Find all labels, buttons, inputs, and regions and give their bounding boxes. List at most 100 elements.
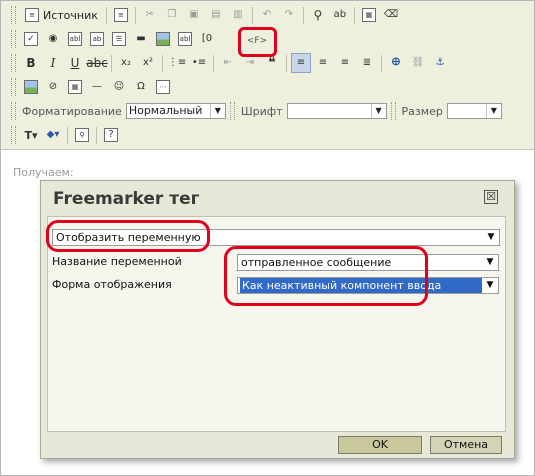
italic-button[interactable]: I (43, 53, 63, 73)
bg-color-button[interactable]: ◆▾ (43, 125, 63, 145)
text-color-button[interactable]: T▾ (21, 125, 41, 145)
align-left-button[interactable]: ≡ (291, 53, 311, 73)
indent-button[interactable]: ⇥ (240, 53, 260, 73)
remove-format-button[interactable]: ⌫ (381, 5, 401, 25)
newpage-icon: ≡ (113, 8, 128, 22)
undo-icon: ↶ (262, 9, 272, 20)
underline-button[interactable]: U (65, 53, 85, 73)
horizontal-rule-icon: — (92, 81, 102, 92)
toolbar-row-1: ≡ Источник ≡ ✂ ❐ ▣ ▤ ▥ ↶ ↷ ⚲ ab ▦ ⌫ (11, 4, 402, 26)
cut-button[interactable]: ✂ (140, 5, 160, 25)
toolbar-grip (229, 102, 235, 120)
superscript-button[interactable]: x² (138, 53, 158, 73)
horizontal-rule-button[interactable]: — (87, 77, 107, 97)
source-button[interactable]: ≡ Источник (21, 5, 102, 25)
flash-icon: ⊘ (48, 81, 58, 92)
flash-button[interactable]: ⊘ (43, 77, 63, 97)
field-icon: [0 (201, 33, 213, 44)
paste-word-icon: ▥ (233, 9, 243, 20)
align-center-button[interactable]: ≡ (313, 53, 333, 73)
content-text: Получаем: (13, 166, 74, 179)
size-combo[interactable]: ▼ (446, 103, 502, 119)
font-combo[interactable]: ▼ (286, 103, 387, 119)
chevron-down-icon: ▼ (209, 104, 225, 118)
strike-button[interactable]: abc (86, 53, 108, 73)
formatting-combo[interactable]: Нормальный ▼ (125, 103, 226, 119)
special-char-button[interactable]: Ω (131, 77, 151, 97)
radio-icon: ◉ (48, 33, 58, 44)
justify-button[interactable]: ≣ (357, 53, 377, 73)
text-field-button[interactable]: abl (65, 29, 85, 49)
chevron-down-icon: ▼ (485, 104, 501, 118)
cut-icon: ✂ (145, 9, 155, 20)
button-field-button[interactable]: ▬ (131, 29, 151, 49)
blockquote-button[interactable]: ❝ (262, 53, 282, 73)
unlink-icon: ⛓ (411, 57, 425, 68)
dialog-body: Отобразить переменную ▼ Название перемен… (46, 216, 506, 432)
image-button[interactable] (21, 77, 41, 97)
formatting-value: Нормальный (128, 104, 203, 117)
table-button[interactable]: ▦ (65, 77, 85, 97)
freemarker-button[interactable]: <F> (245, 32, 269, 50)
newpage-button[interactable]: ≡ (111, 5, 131, 25)
image-button-button[interactable] (153, 29, 173, 49)
link-button[interactable]: 🜨 (386, 53, 406, 73)
replace-button[interactable]: ab (330, 5, 350, 25)
undo-button[interactable]: ↶ (257, 5, 277, 25)
select-all-button[interactable]: ▦ (359, 5, 379, 25)
paste-text-button[interactable]: ▤ (206, 5, 226, 25)
paste-word-button[interactable]: ▥ (228, 5, 248, 25)
chevron-down-icon: ▼ (486, 257, 494, 267)
superscript-icon: x² (143, 57, 153, 68)
text-color-icon: T▾ (24, 128, 38, 142)
chevron-down-icon: ▼ (370, 104, 386, 118)
checkbox-icon: ✓ (24, 32, 38, 46)
smiley-button[interactable]: ☺ (109, 77, 129, 97)
find-button[interactable]: ⚲ (308, 5, 328, 25)
remove-format-icon: ⌫ (383, 9, 398, 20)
redo-button[interactable]: ↷ (279, 5, 299, 25)
bold-button[interactable]: B (21, 53, 41, 73)
blockquote-icon: ❝ (268, 55, 276, 71)
image-icon (24, 80, 38, 94)
type-select-highlight (46, 220, 210, 252)
toolbar-row-6: T▾ ◆▾ ⚲ ? (11, 124, 122, 146)
align-left-icon: ≡ (296, 57, 306, 68)
button-icon: ▬ (136, 33, 146, 44)
help-button[interactable]: ? (101, 125, 121, 145)
italic-icon: I (50, 56, 56, 70)
display-form-label: Форма отображения (52, 278, 172, 291)
unlink-button[interactable]: ⛓ (408, 53, 428, 73)
maximize-icon: ⚲ (75, 128, 89, 142)
paste-button[interactable]: ▣ (184, 5, 204, 25)
select-field-button[interactable]: ☰ (109, 29, 129, 49)
close-icon[interactable]: ☒ (484, 190, 498, 204)
variable-fields-highlight (224, 246, 428, 306)
copy-button[interactable]: ❐ (162, 5, 182, 25)
maximize-button[interactable]: ⚲ (72, 125, 92, 145)
bg-color-icon: ◆▾ (46, 129, 60, 140)
bulleted-list-button[interactable]: •≡ (189, 53, 209, 73)
cancel-button[interactable]: Отмена (430, 436, 502, 454)
toolbar-separator (96, 126, 97, 144)
toolbar-grip (390, 102, 396, 120)
numbered-list-button[interactable]: ⋮≡ (167, 53, 187, 73)
checkbox-button[interactable]: ✓ (21, 29, 41, 49)
font-label: Шрифт (240, 104, 283, 118)
outdent-button[interactable]: ⇤ (218, 53, 238, 73)
textarea-button[interactable]: ab (87, 29, 107, 49)
select-all-icon: ▦ (361, 8, 376, 22)
toolbar-row-3: B I U abc x₂ x² ⋮≡ •≡ ⇤ ⇥ ❝ ≡ ≡ ≡ ≣ 🜨 ⛓ … (11, 52, 451, 74)
page-break-button[interactable]: ⋯ (153, 77, 173, 97)
field-button[interactable]: [0 (197, 29, 217, 49)
radio-button[interactable]: ◉ (43, 29, 63, 49)
subscript-button[interactable]: x₂ (116, 53, 136, 73)
ok-button[interactable]: OK (338, 436, 422, 454)
align-right-button[interactable]: ≡ (335, 53, 355, 73)
table-icon: ▦ (68, 80, 82, 94)
hidden-field-button[interactable]: abl (175, 29, 195, 49)
toolbar-separator (134, 6, 136, 24)
toolbar-grip (11, 78, 16, 96)
help-icon: ? (104, 128, 118, 142)
anchor-button[interactable]: ⚓ (430, 53, 450, 73)
